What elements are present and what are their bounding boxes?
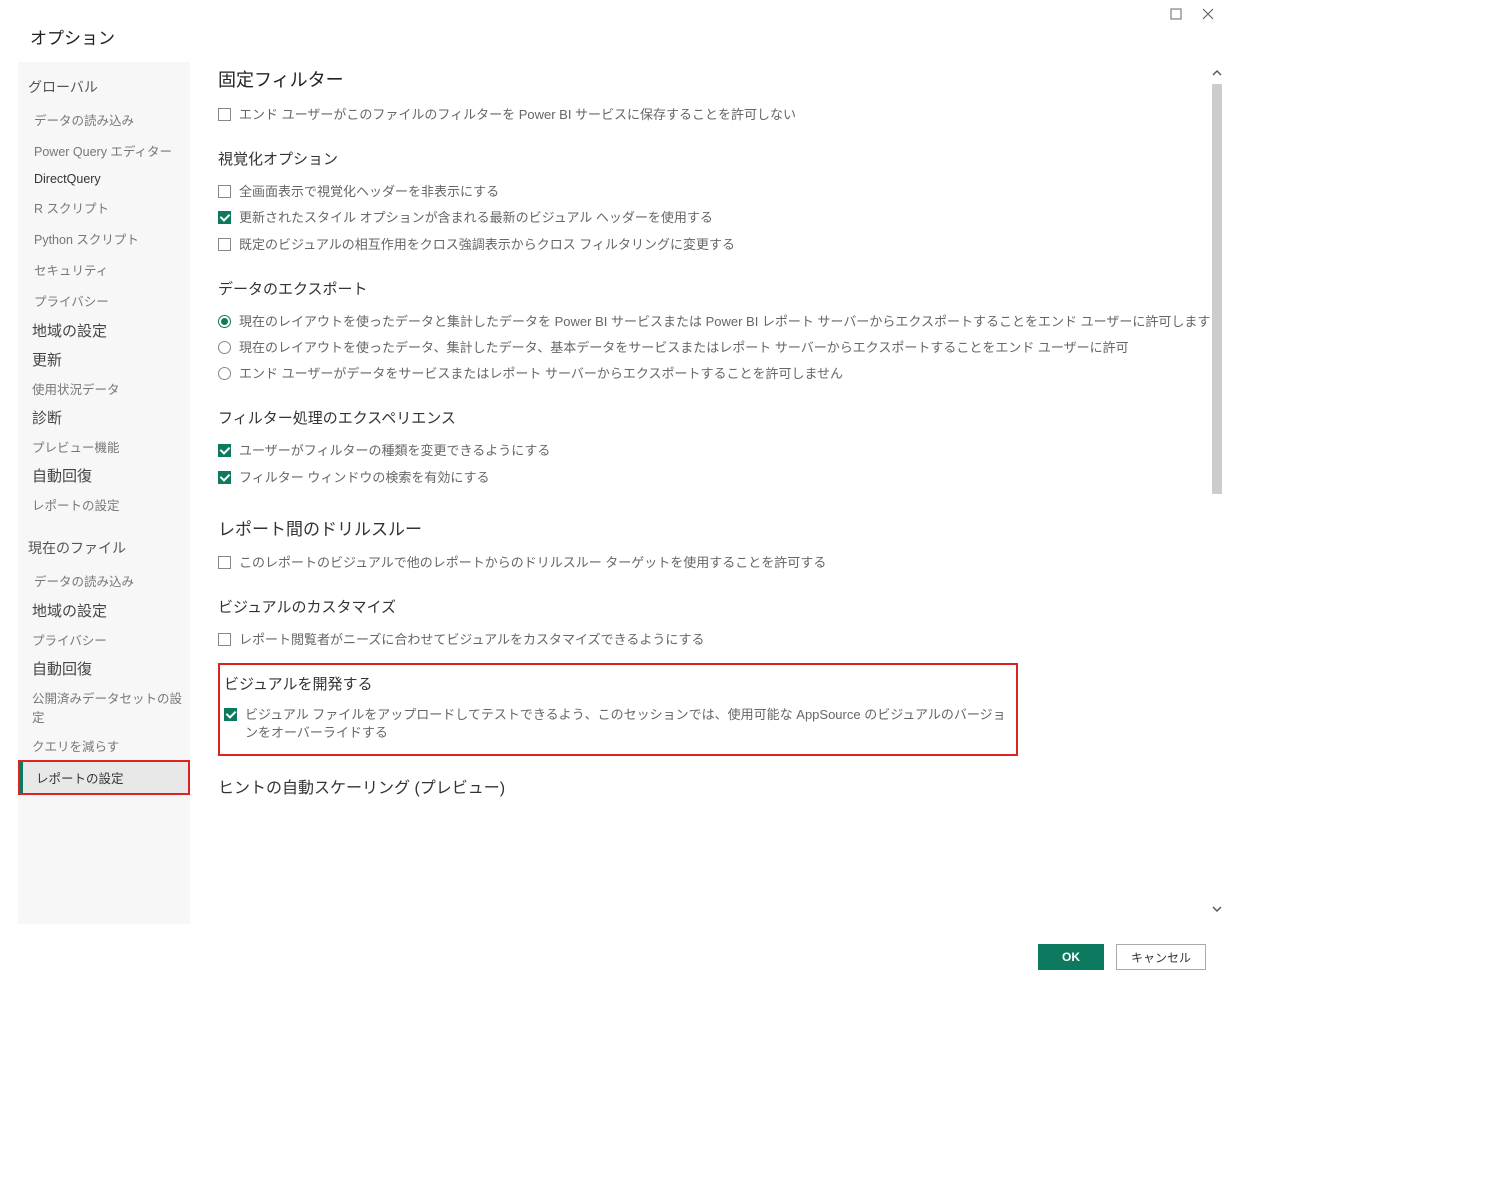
checkbox-label: 全画面表示で視覚化ヘッダーを非表示にする [239, 183, 1228, 201]
sidebar-item-r-script[interactable]: R スクリプト [18, 192, 190, 223]
sidebar-group-auto-recovery2[interactable]: 自動回復 [18, 654, 190, 683]
checkbox-develop-visual-1[interactable]: ビジュアル ファイルをアップロードしてテストできるよう、このセッションでは、使用… [220, 702, 1010, 746]
sidebar-item-report-settings-active[interactable]: レポートの設定 [20, 762, 188, 793]
sidebar-group-region[interactable]: 地域の設定 [18, 316, 190, 345]
sidebar-header-global: グローバル [18, 70, 190, 104]
checkbox-label: 既定のビジュアルの相互作用をクロス強調表示からクロス フィルタリングに変更する [239, 236, 1228, 254]
checkbox-fixed-filter-1[interactable]: エンド ユーザーがこのファイルのフィルターを Power BI サービスに保存す… [218, 102, 1228, 128]
checkbox-label: 更新されたスタイル オプションが含まれる最新のビジュアル ヘッダーを使用する [239, 209, 1228, 227]
section-develop-visual: ビジュアルを開発する [224, 673, 1010, 694]
radio-label: エンド ユーザーがデータをサービスまたはレポート サーバーからエクスポートするこ… [239, 365, 1228, 383]
sidebar-item-python-script[interactable]: Python スクリプト [18, 223, 190, 254]
section-visual-options: 視覚化オプション [218, 148, 1228, 169]
checkbox-drillthrough-1[interactable]: このレポートのビジュアルで他のレポートからのドリルスルー ターゲットを使用するこ… [218, 550, 1228, 576]
radio-icon[interactable] [218, 341, 231, 354]
cancel-button[interactable]: キャンセル [1116, 944, 1206, 970]
checkbox-icon[interactable] [224, 708, 237, 721]
radio-label: 現在のレイアウトを使ったデータと集計したデータを Power BI サービスまた… [239, 313, 1228, 331]
section-drillthrough: レポート間のドリルスルー [218, 515, 1228, 540]
checkbox-icon[interactable] [218, 238, 231, 251]
radio-export-1[interactable]: 現在のレイアウトを使ったデータと集計したデータを Power BI サービスまた… [218, 309, 1228, 335]
content-area: 固定フィルター エンド ユーザーがこのファイルのフィルターを Power BI … [218, 62, 1228, 924]
sidebar-item-privacy2[interactable]: プライバシー [18, 625, 190, 654]
checkbox-icon[interactable] [218, 444, 231, 457]
sidebar-group-update[interactable]: 更新 [18, 345, 190, 374]
radio-icon[interactable] [218, 315, 231, 328]
sidebar-item-power-query[interactable]: Power Query エディター [18, 135, 190, 166]
scrollbar[interactable] [1210, 68, 1224, 918]
highlight-box-content: ビジュアルを開発する ビジュアル ファイルをアップロードしてテストできるよう、こ… [218, 663, 1018, 756]
checkbox-filter-exp-1[interactable]: ユーザーがフィルターの種類を変更できるようにする [218, 438, 1228, 464]
sidebar: グローバル データの読み込み Power Query エディター DirectQ… [18, 62, 190, 924]
highlight-box-sidebar: レポートの設定 [18, 760, 190, 795]
checkbox-label: ユーザーがフィルターの種類を変更できるようにする [239, 442, 1228, 460]
window-controls [1156, 0, 1228, 28]
section-data-export: データのエクスポート [218, 278, 1228, 299]
sidebar-item-privacy[interactable]: プライバシー [18, 285, 190, 316]
maximize-icon[interactable] [1166, 6, 1186, 22]
checkbox-icon[interactable] [218, 471, 231, 484]
checkbox-icon[interactable] [218, 633, 231, 646]
scroll-thumb[interactable] [1212, 84, 1222, 494]
sidebar-item-directquery[interactable]: DirectQuery [18, 166, 190, 192]
checkbox-icon[interactable] [218, 556, 231, 569]
sidebar-item-report-settings-g[interactable]: レポートの設定 [18, 490, 190, 519]
dialog-title: オプション [0, 0, 1228, 63]
sidebar-item-security[interactable]: セキュリティ [18, 254, 190, 285]
section-filter-exp: フィルター処理のエクスペリエンス [218, 407, 1228, 428]
checkbox-label: このレポートのビジュアルで他のレポートからのドリルスルー ターゲットを使用するこ… [239, 554, 1228, 572]
checkbox-label: フィルター ウィンドウの検索を有効にする [239, 469, 1228, 487]
sidebar-item-data-load[interactable]: データの読み込み [18, 104, 190, 135]
radio-export-2[interactable]: 現在のレイアウトを使ったデータ、集計したデータ、基本データをサービスまたはレポー… [218, 335, 1228, 361]
close-icon[interactable] [1198, 6, 1218, 22]
checkbox-visual-1[interactable]: 全画面表示で視覚化ヘッダーを非表示にする [218, 179, 1228, 205]
radio-export-3[interactable]: エンド ユーザーがデータをサービスまたはレポート サーバーからエクスポートするこ… [218, 361, 1228, 387]
sidebar-item-preview[interactable]: プレビュー機能 [18, 432, 190, 461]
checkbox-label: エンド ユーザーがこのファイルのフィルターを Power BI サービスに保存す… [239, 106, 1228, 124]
sidebar-group-auto-recovery[interactable]: 自動回復 [18, 461, 190, 490]
sidebar-item-reduce-query[interactable]: クエリを減らす [18, 731, 190, 760]
checkbox-filter-exp-2[interactable]: フィルター ウィンドウの検索を有効にする [218, 465, 1228, 491]
sidebar-item-usage-data[interactable]: 使用状況データ [18, 374, 190, 403]
scroll-down-icon[interactable] [1210, 904, 1224, 918]
checkbox-visual-3[interactable]: 既定のビジュアルの相互作用をクロス強調表示からクロス フィルタリングに変更する [218, 232, 1228, 258]
section-customize: ビジュアルのカスタマイズ [218, 596, 1228, 617]
sidebar-item-published-dataset[interactable]: 公開済みデータセットの設定 [18, 683, 190, 731]
checkbox-customize-1[interactable]: レポート閲覧者がニーズに合わせてビジュアルをカスタマイズできるようにする [218, 627, 1228, 653]
sidebar-header-current-file: 現在のファイル [18, 531, 190, 565]
checkbox-label: レポート閲覧者がニーズに合わせてビジュアルをカスタマイズできるようにする [239, 631, 1228, 649]
radio-icon[interactable] [218, 367, 231, 380]
section-fixed-filter: 固定フィルター [218, 66, 1228, 92]
dialog-footer: OK キャンセル [1038, 944, 1206, 970]
sidebar-item-data-load-c[interactable]: データの読み込み [18, 565, 190, 596]
scroll-up-icon[interactable] [1210, 68, 1224, 82]
section-hint-scaling: ヒントの自動スケーリング (プレビュー) [218, 774, 1228, 798]
sidebar-group-diagnostics[interactable]: 診断 [18, 403, 190, 432]
checkbox-icon[interactable] [218, 108, 231, 121]
checkbox-label: ビジュアル ファイルをアップロードしてテストできるよう、このセッションでは、使用… [245, 706, 1010, 742]
checkbox-visual-2[interactable]: 更新されたスタイル オプションが含まれる最新のビジュアル ヘッダーを使用する [218, 205, 1228, 231]
sidebar-group-region2[interactable]: 地域の設定 [18, 596, 190, 625]
checkbox-icon[interactable] [218, 185, 231, 198]
radio-label: 現在のレイアウトを使ったデータ、集計したデータ、基本データをサービスまたはレポー… [239, 339, 1228, 357]
ok-button[interactable]: OK [1038, 944, 1104, 970]
checkbox-icon[interactable] [218, 211, 231, 224]
